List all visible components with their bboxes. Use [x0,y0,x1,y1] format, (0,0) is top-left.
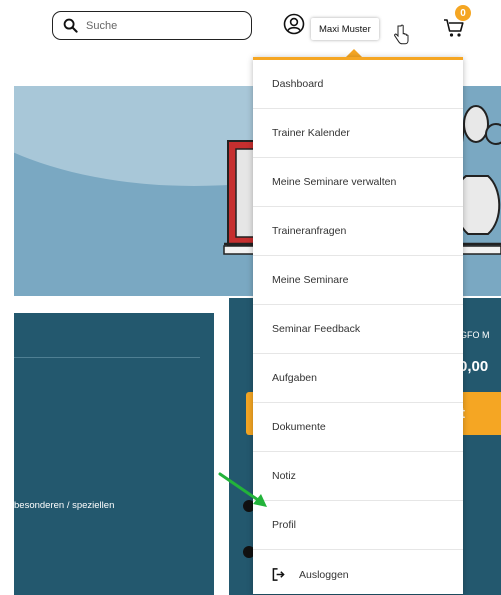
menu-item-profil[interactable]: Profil [253,501,463,550]
menu-item-label: Seminar Feedback [272,323,361,335]
menu-item-dokumente[interactable]: Dokumente [253,403,463,452]
menu-item-aufgaben[interactable]: Aufgaben [253,354,463,403]
menu-item-seminar-feedback[interactable]: Seminar Feedback [253,305,463,354]
menu-item-label: Ausloggen [299,568,349,581]
search-icon [63,18,78,33]
menu-item-label: Profil [272,519,296,531]
menu-item-meine-seminare[interactable]: Meine Seminare [253,256,463,305]
search-box[interactable] [52,11,252,40]
panel-divider [14,357,200,358]
menu-item-traineranfragen[interactable]: Traineranfragen [253,207,463,256]
logout-icon [272,568,285,581]
price-panel-amount: 0,00 [459,358,489,375]
page: Maxi Muster 0 besonderen / speziellen [0,0,501,595]
user-menu-button[interactable]: Maxi Muster [311,18,379,40]
search-input[interactable] [86,19,236,32]
menu-item-dashboard[interactable]: Dashboard [253,60,463,109]
user-dropdown-menu: Dashboard Trainer Kalender Meine Seminar… [253,57,463,594]
menu-item-label: Aufgaben [272,372,317,384]
hand-cursor-icon [394,24,409,45]
menu-item-label: Meine Seminare verwalten [272,176,397,188]
cart-count-badge: 0 [455,5,471,21]
user-name: Maxi Muster [319,23,371,35]
menu-item-label: Traineranfragen [272,225,347,237]
menu-item-label: Trainer Kalender [272,127,350,139]
menu-item-label: Dashboard [272,78,324,90]
menu-item-label: Dokumente [272,421,326,433]
price-panel-label: GFO M [460,330,490,340]
user-icon[interactable] [283,13,305,35]
annotation-arrow-icon [218,472,267,507]
seminar-info-panel: besonderen / speziellen [14,313,214,595]
panel-text: besonderen / speziellen [14,500,115,511]
menu-item-label: Meine Seminare [272,274,349,286]
menu-item-seminare-verwalten[interactable]: Meine Seminare verwalten [253,158,463,207]
menu-item-ausloggen[interactable]: Ausloggen [253,550,463,595]
menu-item-notiz[interactable]: Notiz [253,452,463,501]
menu-item-trainer-kalender[interactable]: Trainer Kalender [253,109,463,158]
